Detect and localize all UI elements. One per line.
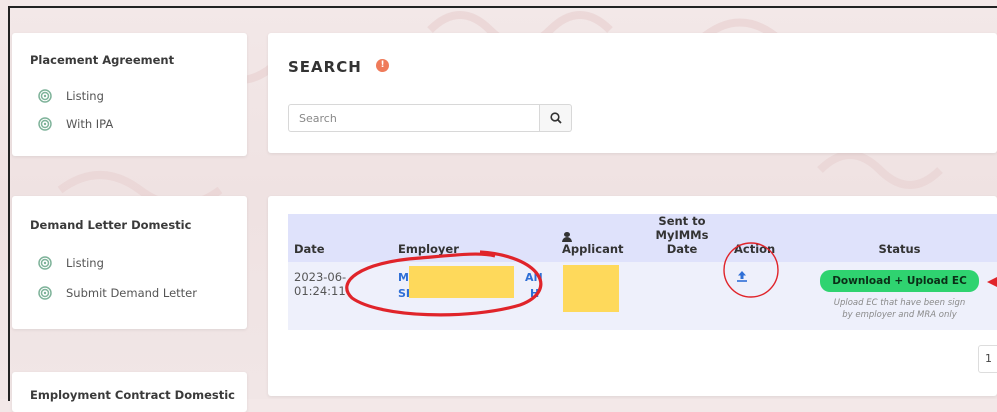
employer-line1-end: AN bbox=[525, 271, 543, 284]
column-header-sent: Sent to MyIMMs Date bbox=[636, 214, 728, 262]
sidebar-card-employment: Employment Contract Domestic bbox=[12, 372, 247, 412]
employer-line1-start: M bbox=[398, 271, 409, 284]
fingerprint-icon bbox=[38, 286, 52, 300]
cell-status: Download + Upload EC Upload EC that have… bbox=[802, 262, 997, 330]
search-input[interactable] bbox=[288, 104, 540, 132]
column-header-employer: Employer bbox=[398, 242, 459, 256]
column-header-applicant-label: Applicant bbox=[562, 242, 624, 256]
redaction-employer bbox=[409, 266, 514, 298]
sidebar-card-demand: Demand Letter Domestic Listing Submit De… bbox=[12, 196, 247, 329]
info-icon[interactable]: ! bbox=[376, 59, 389, 72]
cell-sent-date bbox=[636, 262, 728, 330]
sidebar-item-placement-listing[interactable]: Listing bbox=[38, 89, 104, 103]
time-value: 01:24:11 bbox=[294, 284, 346, 298]
search-icon bbox=[549, 112, 562, 124]
sidebar-item-placement-with-ipa[interactable]: With IPA bbox=[38, 117, 113, 131]
sidebar-item-label: With IPA bbox=[66, 117, 114, 131]
column-header-applicant: Applicant bbox=[556, 214, 636, 262]
column-header-status: Status bbox=[878, 242, 921, 256]
person-icon bbox=[562, 232, 572, 242]
fingerprint-icon bbox=[38, 117, 52, 131]
fingerprint-icon bbox=[38, 89, 52, 103]
employer-line2-end: H bbox=[530, 287, 540, 300]
upload-icon[interactable] bbox=[736, 270, 748, 282]
redaction-applicant bbox=[563, 265, 619, 312]
sidebar-card-placement: Placement Agreement Listing With IPA bbox=[12, 33, 247, 156]
column-header-sent-line1: Sent to bbox=[658, 214, 706, 228]
column-header-action: Action bbox=[734, 242, 776, 256]
column-header-date: Date bbox=[294, 242, 325, 256]
sidebar-section-title: Demand Letter Domestic bbox=[30, 218, 192, 232]
sidebar-section-title: Placement Agreement bbox=[30, 53, 175, 67]
sidebar-section-title: Employment Contract Domestic bbox=[30, 388, 235, 402]
sidebar-item-demand-listing[interactable]: Listing bbox=[38, 256, 104, 270]
results-table: Date Employer Applicant Sent to MyIMMs D… bbox=[288, 214, 997, 330]
fingerprint-icon bbox=[38, 256, 52, 270]
redaction-date bbox=[356, 266, 364, 278]
cell-date: 2023-06- 01:24:11 bbox=[288, 262, 392, 330]
table-row: 2023-06- 01:24:11 M AN SH H Download + Upl… bbox=[288, 262, 997, 330]
sidebar-item-label: Listing bbox=[66, 89, 104, 103]
cell-action bbox=[728, 262, 802, 330]
status-note: Upload EC that have been sign by employe… bbox=[833, 298, 966, 320]
sidebar-item-submit-demand-letter[interactable]: Submit Demand Letter bbox=[38, 286, 197, 300]
table-header-row: Date Employer Applicant Sent to MyIMMs D… bbox=[288, 214, 997, 262]
search-card bbox=[268, 33, 997, 153]
column-header-sent-line2: MyIMMs Date bbox=[655, 228, 709, 256]
sidebar-item-label: Listing bbox=[66, 256, 104, 270]
download-upload-ec-button[interactable]: Download + Upload EC bbox=[820, 270, 979, 292]
search-button[interactable] bbox=[540, 104, 572, 132]
page-title: SEARCH bbox=[288, 58, 362, 76]
date-value: 2023-06- bbox=[294, 270, 347, 284]
pagination-page-1[interactable]: 1 bbox=[978, 345, 997, 373]
sidebar-item-label: Submit Demand Letter bbox=[66, 286, 197, 300]
